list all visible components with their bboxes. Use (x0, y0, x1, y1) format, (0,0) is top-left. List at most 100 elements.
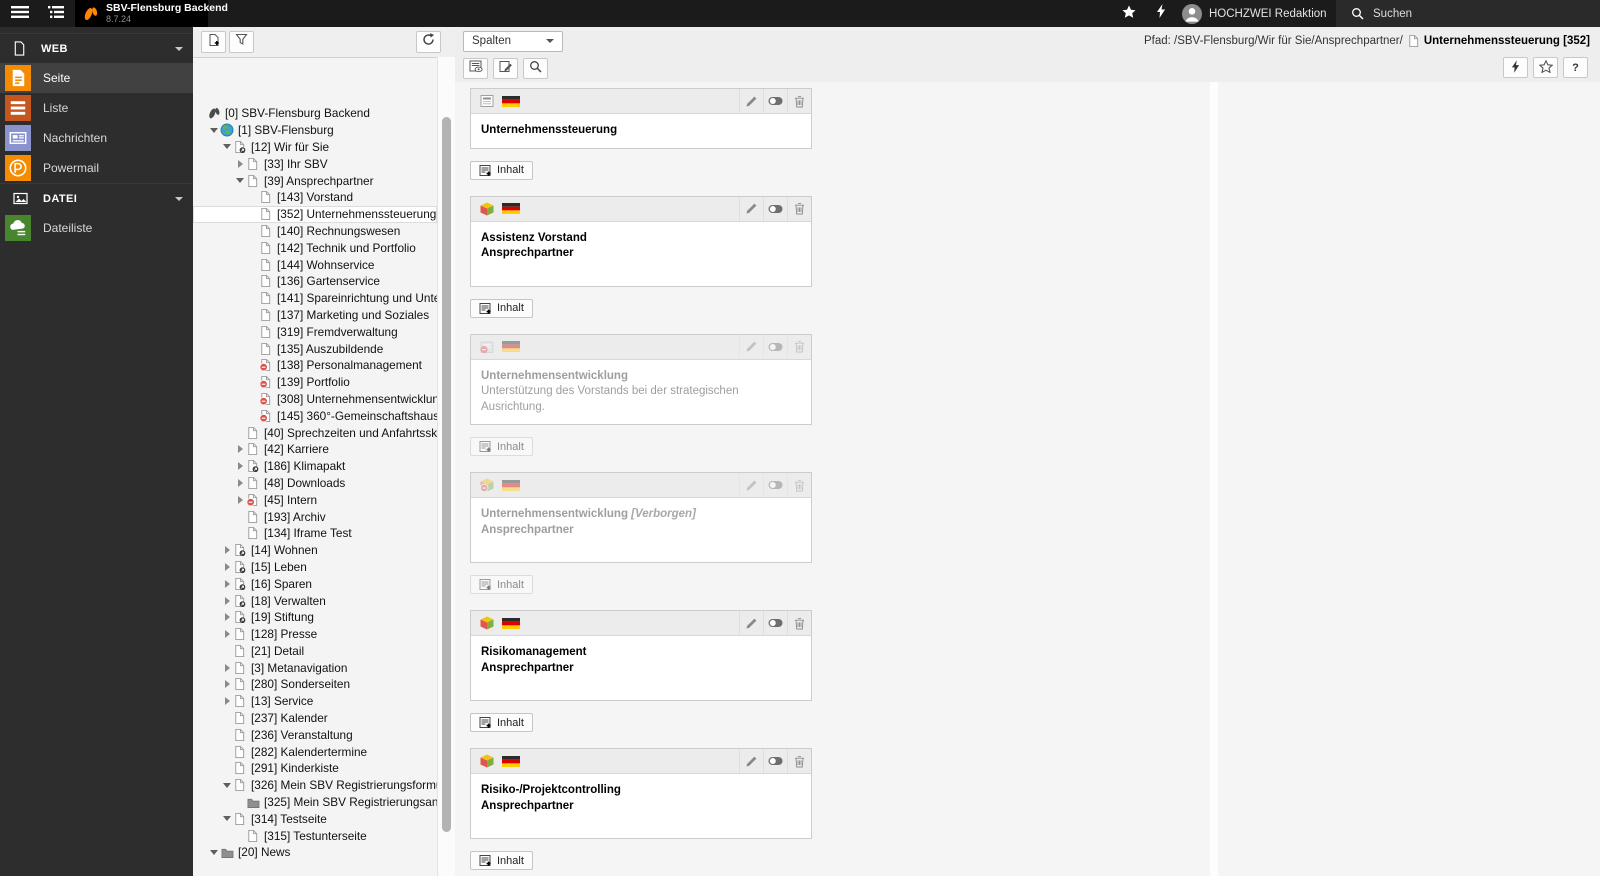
tree-item[interactable]: [142] Technik und Portfolio (193, 239, 437, 256)
tree-item[interactable]: [326] Mein SBV Registrierungsformula (193, 777, 437, 794)
cache-button[interactable] (1503, 57, 1528, 78)
tree-item[interactable]: [144] Wohnservice (193, 256, 437, 273)
tree-item[interactable]: [308] Unternehmensentwicklung (193, 391, 437, 408)
tree-item[interactable]: [319] Fremdverwaltung (193, 323, 437, 340)
tree-item[interactable]: [352] Unternehmenssteuerung (193, 205, 437, 223)
add-content-button[interactable]: Inhalt (470, 298, 533, 318)
visibility-toggle-button[interactable] (763, 473, 787, 497)
tree-item[interactable]: [145] 360°-Gemeinschaftshaus (193, 407, 437, 424)
tree-expander[interactable] (208, 122, 220, 139)
tree-item[interactable]: [15] Leben (193, 559, 437, 576)
tree-item[interactable]: [138] Personalmanagement (193, 357, 437, 374)
tree-expander[interactable] (221, 559, 233, 576)
tree-expander[interactable] (221, 810, 233, 827)
tree-item[interactable]: [237] Kalender (193, 710, 437, 727)
tree-expander[interactable] (234, 475, 246, 492)
content-card-header[interactable] (471, 89, 811, 114)
user-menu[interactable]: HOCHZWEI Redaktion (1182, 0, 1327, 27)
tree-item[interactable]: [1] SBV-Flensburg (193, 122, 437, 139)
tree-item[interactable]: [139] Portfolio (193, 374, 437, 391)
tree-item[interactable]: [135] Auszubildende (193, 340, 437, 357)
tree-item[interactable]: [0] SBV-Flensburg Backend (193, 105, 437, 122)
tree-expander[interactable] (221, 626, 233, 643)
tree-item[interactable]: [45] Intern (193, 491, 437, 508)
tree-item[interactable]: [13] Service (193, 693, 437, 710)
tree-item[interactable]: [12] Wir für Sie (193, 139, 437, 156)
bookmark-page-button[interactable] (1533, 57, 1558, 78)
tree-item[interactable]: [236] Veranstaltung (193, 726, 437, 743)
tree-expander[interactable] (221, 777, 233, 794)
tree-item[interactable]: [18] Verwalten (193, 592, 437, 609)
tree-item[interactable]: [3] Metanavigation (193, 659, 437, 676)
sidebar-item-seite[interactable]: Seite (0, 63, 193, 93)
tree-item[interactable]: [325] Mein SBV Registrierungsanfra (193, 794, 437, 811)
new-page-button[interactable] (201, 31, 226, 53)
module-section-web[interactable]: WEB (0, 33, 193, 63)
bookmark-button[interactable] (1114, 0, 1144, 27)
edit-button[interactable] (739, 196, 763, 221)
tree-expander[interactable] (221, 693, 233, 710)
tree-expander[interactable] (234, 491, 246, 508)
tree-item[interactable]: [315] Testunterseite (193, 827, 437, 844)
search-button[interactable]: Suchen (1336, 0, 1600, 27)
tree-item[interactable]: [314] Testseite (193, 810, 437, 827)
edit-button[interactable] (739, 473, 763, 497)
delete-button[interactable] (787, 334, 811, 359)
visibility-toggle-button[interactable] (763, 89, 787, 113)
tree-expander[interactable] (221, 542, 233, 559)
tree-item[interactable]: [128] Presse (193, 626, 437, 643)
tree-expander[interactable] (234, 458, 246, 475)
app-logo-block[interactable]: SBV-Flensburg Backend 8.7.24 (75, 0, 228, 27)
delete-button[interactable] (787, 89, 811, 113)
content-card-header[interactable] (471, 749, 811, 774)
tree-item[interactable]: [42] Karriere (193, 441, 437, 458)
tree-expander[interactable] (221, 575, 233, 592)
pagetree-toggle-button[interactable] (42, 0, 70, 27)
content-card-header[interactable] (471, 473, 811, 498)
clear-cache-button[interactable] (1146, 0, 1176, 27)
tree-expander[interactable] (221, 676, 233, 693)
visibility-toggle-button[interactable] (763, 196, 787, 221)
tree-item[interactable]: [33] Ihr SBV (193, 155, 437, 172)
edit-button[interactable] (739, 749, 763, 773)
tree-item[interactable]: [280] Sonderseiten (193, 676, 437, 693)
tree-expander[interactable] (234, 155, 246, 172)
content-card-header[interactable] (471, 334, 811, 360)
tree-item[interactable]: [186] Klimapakt (193, 458, 437, 475)
tree-item[interactable]: [140] Rechnungswesen (193, 223, 437, 240)
tree-item[interactable]: [21] Detail (193, 643, 437, 660)
tree-item[interactable]: [48] Downloads (193, 475, 437, 492)
delete-button[interactable] (787, 196, 811, 221)
content-card-header[interactable] (471, 611, 811, 636)
tree-item[interactable]: [291] Kinderkiste (193, 760, 437, 777)
visibility-toggle-button[interactable] (763, 749, 787, 773)
edit-page-button[interactable] (493, 57, 518, 79)
sidebar-item-powermail[interactable]: Powermail (0, 153, 193, 183)
columns-view-select[interactable]: Spalten (463, 30, 563, 52)
view-records-button[interactable] (463, 57, 488, 79)
tree-item[interactable]: [136] Gartenservice (193, 273, 437, 290)
tree-expander[interactable] (208, 844, 220, 861)
visibility-toggle-button[interactable] (763, 334, 787, 359)
current-page-title[interactable]: Unternehmenssteuerung [352] (1424, 35, 1590, 47)
content-card-header[interactable] (471, 196, 811, 222)
tree-item[interactable]: [40] Sprechzeiten und Anfahrtsskiz (193, 424, 437, 441)
search-content-button[interactable] (523, 57, 548, 79)
sidebar-item-liste[interactable]: Liste (0, 93, 193, 123)
tree-expander[interactable] (234, 441, 246, 458)
edit-button[interactable] (739, 611, 763, 635)
tree-expander[interactable] (221, 659, 233, 676)
visibility-toggle-button[interactable] (763, 611, 787, 635)
add-content-button[interactable]: Inhalt (470, 851, 533, 870)
refresh-tree-button[interactable] (416, 31, 441, 53)
delete-button[interactable] (787, 611, 811, 635)
tree-expander[interactable] (221, 609, 233, 626)
add-content-button[interactable]: Inhalt (470, 575, 533, 594)
tree-item[interactable]: [193] Archiv (193, 508, 437, 525)
tree-item[interactable]: [134] Iframe Test (193, 525, 437, 542)
tree-item[interactable]: [137] Marketing und Soziales (193, 307, 437, 324)
help-button[interactable]: ? (1563, 57, 1588, 78)
tree-expander[interactable] (234, 172, 246, 189)
edit-button[interactable] (739, 334, 763, 359)
add-content-button[interactable]: Inhalt (470, 713, 533, 732)
